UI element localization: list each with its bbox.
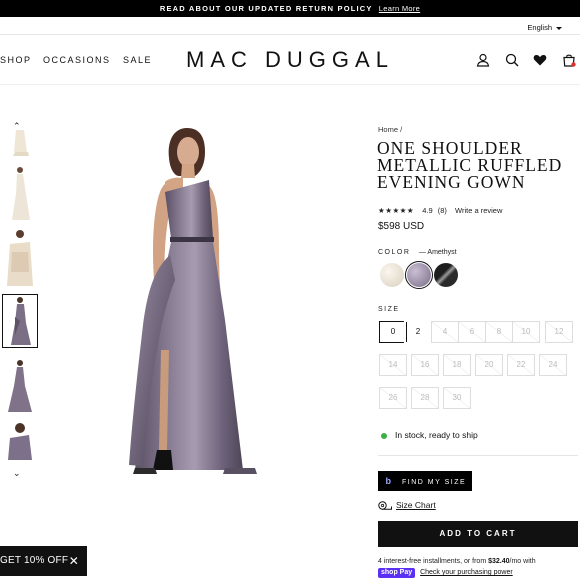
stock-status: In stock, ready to ship	[381, 430, 478, 440]
size-chart-label: Size Chart	[396, 500, 436, 510]
logo[interactable]: MAC DUGGAL	[0, 47, 580, 73]
product-image	[129, 128, 257, 474]
size-option[interactable]: 0	[379, 321, 407, 343]
divider	[0, 34, 580, 35]
announcement-bar: READ ABOUT OUR UPDATED RETURN POLICY Lea…	[0, 0, 580, 17]
divider	[378, 455, 578, 456]
product-title: ONE SHOULDER METALLIC RUFFLED EVENING GO…	[377, 138, 563, 192]
rating-value: 4.9	[422, 206, 433, 215]
shop-pay-logo: shop Pay	[378, 568, 416, 578]
size-option-unavailable[interactable]: 28	[411, 387, 439, 409]
learn-more-link[interactable]: Learn More	[379, 4, 420, 13]
close-icon[interactable]: ✕	[69, 546, 79, 576]
stock-text: In stock, ready to ship	[395, 430, 478, 440]
add-to-cart-button[interactable]: ADD TO CART	[378, 521, 578, 547]
star-rating-icon: ★★★★★	[378, 206, 415, 215]
swatch-black-silver[interactable]	[434, 263, 458, 287]
chevron-down-icon	[556, 26, 562, 30]
color-label: COLOR — Amethyst	[378, 249, 457, 256]
size-option-unavailable[interactable]: 8	[485, 321, 513, 343]
size-option-unavailable[interactable]: 18	[443, 354, 471, 376]
installments-text-2: /mo with	[509, 558, 536, 565]
promo-text: GET 10% OFF	[0, 555, 69, 566]
size-option-unavailable[interactable]: 12	[545, 321, 573, 343]
thumbnail[interactable]	[2, 228, 38, 286]
in-stock-icon	[381, 432, 387, 439]
find-size-label: FIND MY SIZE	[402, 479, 467, 486]
promo-tab[interactable]: GET 10% OFF ✕	[0, 546, 87, 576]
thumbnail[interactable]	[2, 164, 38, 222]
size-option[interactable]: 2	[404, 321, 432, 343]
size-option-unavailable[interactable]: 6	[458, 321, 486, 343]
language-label: English	[527, 23, 552, 32]
swatch-amethyst[interactable]	[405, 261, 433, 289]
divider	[0, 84, 580, 85]
size-option-unavailable[interactable]: 22	[507, 354, 535, 376]
size-label: SIZE	[378, 306, 400, 313]
color-value: — Amethyst	[418, 249, 457, 256]
check-purchasing-power-link[interactable]: Check your purchasing power	[420, 569, 513, 576]
thumbnail-selected[interactable]	[2, 294, 38, 348]
color-heading: COLOR	[378, 249, 411, 256]
chevron-down-icon[interactable]: ⌄	[13, 468, 21, 479]
size-option-unavailable[interactable]: 16	[411, 354, 439, 376]
size-option-unavailable[interactable]: 20	[475, 354, 503, 376]
size-option-unavailable[interactable]: 26	[379, 387, 407, 409]
size-option-unavailable[interactable]: 30	[443, 387, 471, 409]
heart-icon[interactable]	[533, 53, 547, 67]
thumbnail[interactable]	[2, 422, 38, 460]
write-review-link[interactable]: Write a review	[455, 206, 502, 215]
announcement-text: READ ABOUT OUR UPDATED RETURN POLICY	[159, 4, 373, 13]
thumbnail[interactable]	[2, 358, 38, 414]
find-my-size-button[interactable]: b FIND MY SIZE	[378, 471, 472, 491]
language-selector[interactable]: English	[527, 23, 562, 32]
breadcrumb-home[interactable]: Home	[378, 125, 398, 134]
size-chart-link[interactable]: Size Chart	[378, 500, 436, 510]
breadcrumb-separator: /	[400, 125, 403, 134]
thumbnail[interactable]	[2, 130, 38, 158]
breadcrumb: Home /	[378, 125, 402, 134]
size-option-unavailable[interactable]: 10	[512, 321, 540, 343]
tape-measure-icon	[378, 501, 392, 510]
swatch-champagne[interactable]	[380, 263, 404, 287]
installments-info: 4 interest-free installments, or from $3…	[378, 556, 580, 578]
installment-amount: $32.40	[488, 558, 510, 565]
user-icon[interactable]	[476, 53, 490, 67]
size-option-unavailable[interactable]: 14	[379, 354, 407, 376]
product-price: $598 USD	[378, 221, 425, 232]
rating-row: ★★★★★ 4.9 (8) Write a review	[378, 206, 502, 215]
search-icon[interactable]	[505, 53, 519, 67]
review-count[interactable]: (8)	[438, 206, 447, 215]
size-option-unavailable[interactable]: 24	[539, 354, 567, 376]
bold-metrics-icon: b	[385, 476, 393, 486]
bag-icon[interactable]	[562, 53, 576, 67]
size-option-unavailable[interactable]: 4	[431, 321, 459, 343]
installments-text: 4 interest-free installments, or from	[378, 558, 487, 565]
